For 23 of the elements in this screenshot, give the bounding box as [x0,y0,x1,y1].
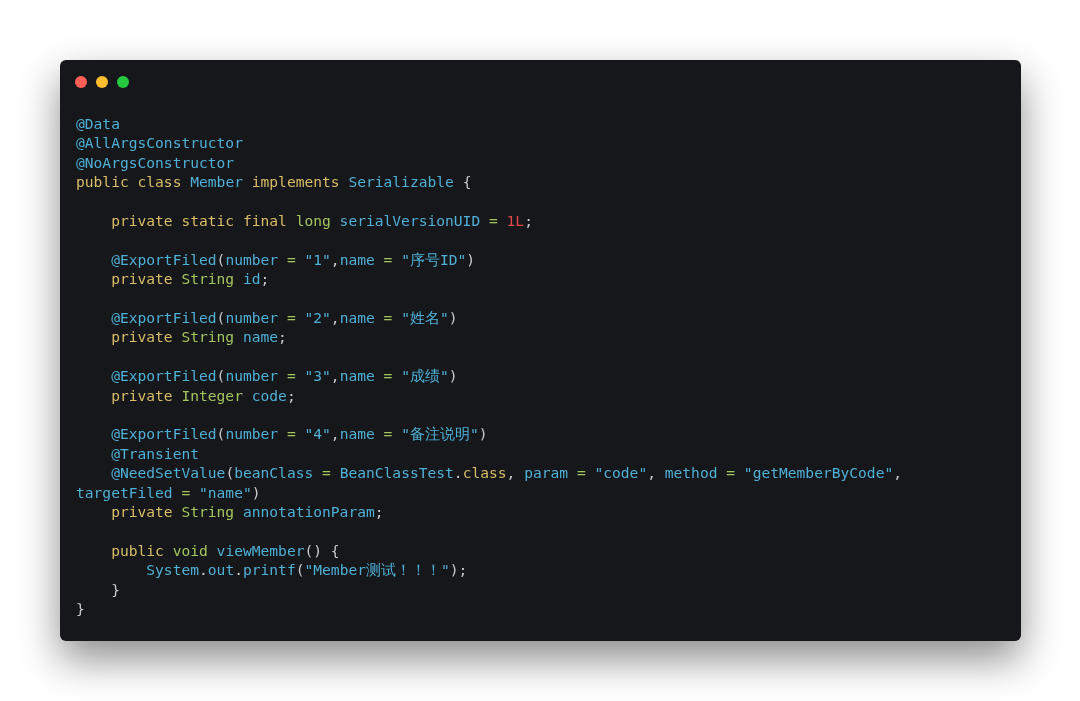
code-line: private static final long serialVersionUID = 1L; [110,211,533,231]
code-line: @ExportFiled(number = "1",name = "序号ID") [110,249,476,270]
code-line: } [76,599,85,619]
minimize-button[interactable] [96,76,108,88]
code-line: private Integer code; [110,385,296,406]
code-line: private String id; [110,269,270,289]
code-line: @NeedSetValue(beanClass = BeanClassTest.class, param = "code", method = "getMemberByCode", [110,463,903,483]
maximize-button[interactable] [117,76,129,88]
code-line: public class Member implements Serializable { [76,172,472,192]
code-line: @ExportFiled(number = "4",name = "备注说明") [110,424,488,444]
code-line: @ExportFiled(number = "3",name = "成绩") [110,366,458,386]
code-line: @NoArgsConstructor [76,152,235,173]
code-line: @ExportFiled(number = "2",name = "姓名") [110,308,458,328]
code-line: private String name; [110,327,287,347]
code-line: @Transient [110,443,199,464]
code-line: public void viewMember() { [110,540,340,561]
close-button[interactable] [75,76,87,88]
code-line: } [110,579,120,600]
code-line: @Data [76,114,120,134]
code-line: private String annotationParam; [110,502,384,522]
code-line: System.out.printf("Member测试！！！"); [145,560,468,580]
code-line: @AllArgsConstructor [76,133,243,153]
code-line: targetFiled = "name") [76,482,261,503]
